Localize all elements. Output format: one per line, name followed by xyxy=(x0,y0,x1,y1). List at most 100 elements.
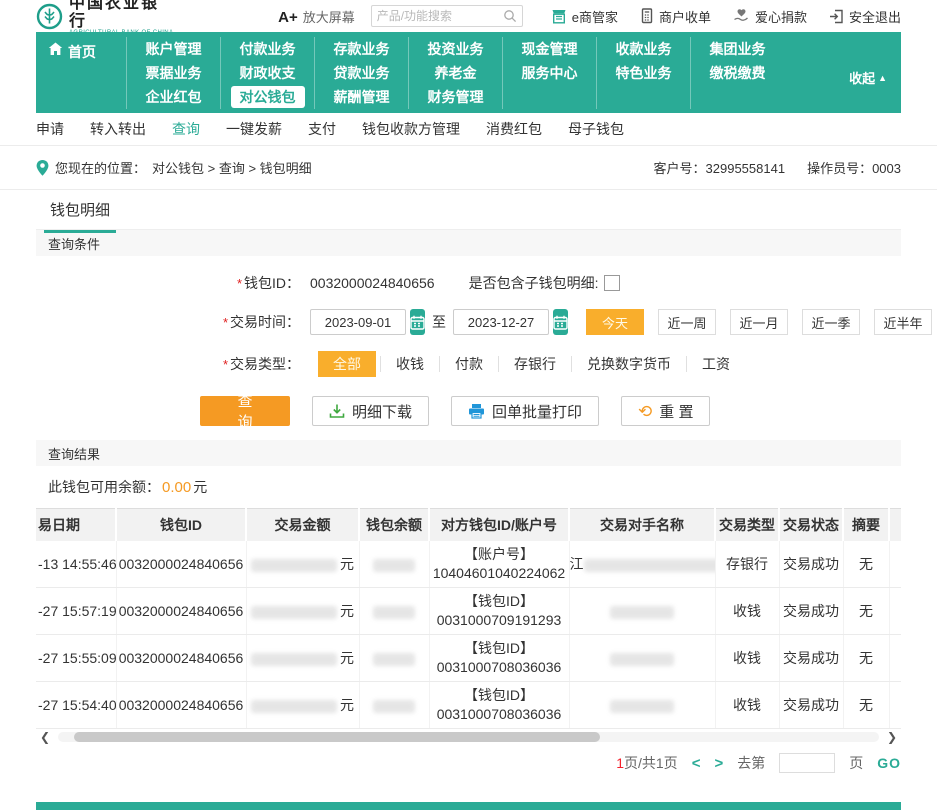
transaction-type-option[interactable]: 付款 xyxy=(439,356,498,372)
subnav-item[interactable]: 母子钱包 xyxy=(568,119,624,139)
required-asterisk: * xyxy=(223,315,228,330)
zoom-screen-control[interactable]: A+ 放大屏幕 xyxy=(278,7,355,26)
table-row[interactable]: -27 15:55:090032000024840656元【钱包ID】00310… xyxy=(36,635,901,682)
scroll-right-icon[interactable]: ❯ xyxy=(883,730,901,744)
search-input[interactable] xyxy=(377,9,503,23)
nav-item[interactable]: 票据业务 xyxy=(144,61,204,85)
quick-range-chip[interactable]: 近半年 xyxy=(874,309,932,335)
quick-range-chip[interactable]: 近一季 xyxy=(802,309,860,335)
transaction-type-option[interactable]: 存银行 xyxy=(498,356,571,372)
query-form: *钱包ID： 0032000024840656 是否包含子钱包明细: *交易时间… xyxy=(36,256,901,440)
horizontal-scrollbar: ❮ ❯ xyxy=(36,729,901,745)
date-from-input[interactable] xyxy=(310,309,406,335)
location-pin-icon xyxy=(36,160,49,176)
breadcrumb: 您现在的位置： 对公钱包 > 查询 > 钱包明细 xyxy=(36,158,312,177)
subnav-item[interactable]: 钱包收款方管理 xyxy=(362,119,460,139)
subnav-item[interactable]: 转入转出 xyxy=(90,119,146,139)
nav-item[interactable]: 现金管理 xyxy=(520,37,580,61)
transaction-type-option[interactable]: 兑换数字货币 xyxy=(571,356,686,372)
quick-link-logout[interactable]: 安全退出 xyxy=(829,7,901,26)
transaction-type-option[interactable]: 工资 xyxy=(686,356,745,372)
nav-item[interactable]: 账户管理 xyxy=(144,37,204,61)
quick-range-chip[interactable]: 近一月 xyxy=(730,309,788,335)
table-row[interactable]: -27 15:54:400032000024840656元【钱包ID】00310… xyxy=(36,682,901,729)
nav-item[interactable]: 集团业务 xyxy=(708,37,768,61)
counterparty-tag: 【账户号】 xyxy=(430,545,569,564)
nav-item[interactable]: 财政收支 xyxy=(238,61,298,85)
redacted-name xyxy=(610,700,674,713)
amount-unit: 元 xyxy=(340,603,354,619)
include-subwallet-field: 是否包含子钱包明细: xyxy=(469,273,621,293)
quick-link-pos[interactable]: 商户收单 xyxy=(640,7,711,26)
quick-link-storefront[interactable]: e商管家 xyxy=(551,7,618,26)
scrollbar-thumb[interactable] xyxy=(74,732,599,742)
quick-range-chip[interactable]: 近一周 xyxy=(658,309,716,335)
main-nav: 首页 账户管理票据业务企业红包 付款业务财政收支对公钱包 存款业务贷款业务薪酬管理 投… xyxy=(36,32,901,113)
transaction-type-option[interactable]: 收钱 xyxy=(380,356,439,372)
counterparty-tag: 【钱包ID】 xyxy=(430,686,569,705)
nav-item[interactable]: 收款业务 xyxy=(614,37,674,61)
storefront-icon xyxy=(551,9,567,24)
breadcrumb-row: 您现在的位置： 对公钱包 > 查询 > 钱包明细 客户号：32995558141… xyxy=(0,146,937,190)
wallet-id-label: *钱包ID： xyxy=(36,273,300,293)
transaction-time-label: *交易时间： xyxy=(36,312,300,332)
counterparty-tag: 【钱包ID】 xyxy=(430,592,569,611)
cell-amount: 元 xyxy=(246,682,359,729)
query-conditions-header: 查询条件 xyxy=(36,230,901,256)
prev-page-icon[interactable]: < xyxy=(692,755,701,772)
cell-wallet-id: 0032000024840656 xyxy=(116,588,246,635)
date-to-input[interactable] xyxy=(453,309,549,335)
subnav-item[interactable]: 支付 xyxy=(308,119,336,139)
batch-print-receipt-button[interactable]: 回单批量打印 xyxy=(451,396,599,426)
cell-filler xyxy=(889,682,901,729)
column-header: 摘要 xyxy=(843,509,889,541)
nav-item[interactable]: 薪酬管理 xyxy=(332,85,392,109)
reset-button[interactable]: ⟲ 重 置 xyxy=(621,396,710,426)
include-subwallet-checkbox[interactable] xyxy=(604,275,620,291)
pos-icon xyxy=(640,8,654,24)
nav-item[interactable]: 财务管理 xyxy=(426,85,486,109)
date-from-calendar-icon[interactable] xyxy=(410,309,425,335)
collapse-menu-button[interactable]: 收起 ▲ xyxy=(849,68,887,87)
download-detail-button[interactable]: 明细下载 xyxy=(312,396,429,426)
nav-item[interactable]: 特色业务 xyxy=(614,61,674,85)
subnav-item[interactable]: 一键发薪 xyxy=(226,119,282,139)
next-page-icon[interactable]: > xyxy=(714,755,723,772)
nav-item-home[interactable]: 首页 xyxy=(48,37,126,109)
go-button[interactable]: GO xyxy=(877,755,901,771)
quick-range-chip[interactable]: 今天 xyxy=(586,309,644,335)
subnav-item[interactable]: 申请 xyxy=(36,119,64,139)
goto-page-input[interactable] xyxy=(779,753,835,773)
redacted-balance xyxy=(373,653,415,666)
nav-item[interactable]: 存款业务 xyxy=(332,37,392,61)
nav-item[interactable]: 企业红包 xyxy=(144,85,204,109)
table-row[interactable]: -27 15:57:190032000024840656元【钱包ID】00310… xyxy=(36,588,901,635)
nav-item[interactable]: 贷款业务 xyxy=(332,61,392,85)
product-search-box[interactable] xyxy=(371,5,523,27)
search-icon[interactable] xyxy=(503,9,517,23)
scrollbar-track[interactable] xyxy=(58,732,879,742)
scroll-left-icon[interactable]: ❮ xyxy=(36,730,54,744)
subnav-item[interactable]: 查询 xyxy=(172,119,200,139)
page-unit-label: 页 xyxy=(849,753,863,773)
redacted-amount xyxy=(251,559,337,572)
subnav-item[interactable]: 消费红包 xyxy=(486,119,542,139)
operator-no: 操作员号：0003 xyxy=(807,158,901,177)
nav-item[interactable]: 对公钱包 xyxy=(231,86,305,108)
nav-item[interactable]: 养老金 xyxy=(433,61,479,85)
nav-item[interactable]: 服务中心 xyxy=(520,61,580,85)
nav-item[interactable]: 付款业务 xyxy=(238,37,298,61)
transaction-type-option[interactable]: 全部 xyxy=(318,351,376,377)
heart-hand-icon xyxy=(733,8,750,24)
table-row[interactable]: -13 14:55:460032000024840656元【账户号】104046… xyxy=(36,541,901,588)
nav-item[interactable]: 缴税缴费 xyxy=(708,61,768,85)
cell-summary: 无 xyxy=(843,682,889,729)
date-to-calendar-icon[interactable] xyxy=(553,309,568,335)
tab-wallet-detail[interactable]: 钱包明细 xyxy=(44,199,116,233)
column-header: 交易状态 xyxy=(779,509,843,541)
cell-wallet-id: 0032000024840656 xyxy=(116,635,246,682)
cell-counterparty-id: 【钱包ID】0031000708036036 xyxy=(429,682,569,729)
query-button[interactable]: 查 询 xyxy=(200,396,290,426)
quick-link-heart-hand[interactable]: 爱心捐款 xyxy=(733,7,807,26)
nav-item[interactable]: 投资业务 xyxy=(426,37,486,61)
